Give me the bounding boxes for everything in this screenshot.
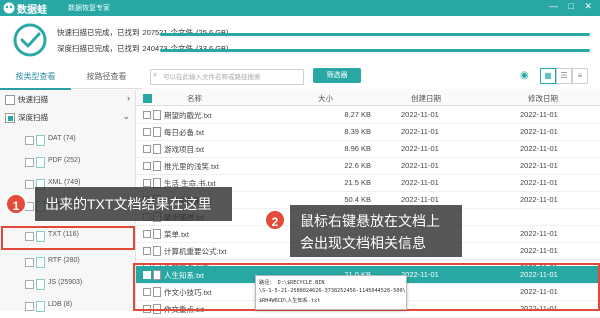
- table-row[interactable]: 推光里的浅笑.txt 22.6 KB 2022-11-01 2022-11-01: [136, 157, 600, 175]
- callout-number-1: 1: [5, 193, 27, 215]
- quick-scan-progress: [160, 33, 590, 36]
- select-all-checkbox[interactable]: [143, 94, 152, 103]
- row-checkbox[interactable]: [143, 128, 151, 136]
- callout-text-2: 鼠标右键悬放在文档上: [300, 213, 440, 229]
- row-checkbox[interactable]: [143, 145, 151, 153]
- list-view-icon[interactable]: ☰: [556, 68, 572, 84]
- file-size: 50.4 KB: [344, 195, 371, 204]
- file-name: 期望的戳光.txt: [164, 111, 212, 120]
- txt-file-icon: [153, 127, 161, 137]
- file-size: 8.39 KB: [344, 127, 371, 136]
- column-modified[interactable]: 修改日期: [528, 93, 558, 104]
- file-name: 计算机重要公式.txt: [164, 247, 227, 256]
- file-size: 8.96 KB: [344, 144, 371, 153]
- tooltip-path-line: 路径： D:\$RECYCLE.BIN: [259, 280, 325, 286]
- tab-by-type[interactable]: 按类型查看: [0, 66, 71, 90]
- file-type-icon: [36, 279, 45, 290]
- tooltip-path-line: \S-1-5-21-2588024626-3738252456-11450445…: [259, 288, 406, 294]
- callout-number-2: 2: [264, 209, 286, 231]
- file-size: 8.27 KB: [344, 110, 371, 119]
- highlight-txt-category: [1, 226, 135, 250]
- callout-text-1: 出来的TXT文档结果在这里: [45, 196, 212, 212]
- tree-deep-scan[interactable]: 深度扫描 ⌄: [0, 109, 135, 126]
- row-checkbox[interactable]: [143, 179, 151, 187]
- tree-item-dat[interactable]: DAT (74): [0, 130, 135, 152]
- tree-item-pdf[interactable]: PDF (252): [0, 152, 135, 174]
- preview-eye-icon[interactable]: ◉: [520, 70, 529, 81]
- txt-file-icon: [153, 144, 161, 154]
- file-created: 2022-11-01: [401, 110, 439, 119]
- file-size: 21.5 KB: [344, 178, 371, 187]
- frog-logo-icon: [3, 2, 15, 14]
- callout-text-2: 会出现文档相关信息: [300, 235, 426, 251]
- deep-scan-progress: [160, 49, 590, 52]
- file-created: 2022-11-01: [401, 195, 439, 204]
- scan-complete-check-icon: [13, 23, 47, 57]
- file-name: 菜单.txt: [164, 230, 190, 239]
- file-modified: 2022-11-01: [520, 161, 558, 170]
- file-created: 2022-11-01: [401, 144, 439, 153]
- grid-view-icon[interactable]: ▦: [540, 68, 556, 84]
- row-checkbox[interactable]: [143, 247, 151, 255]
- column-size[interactable]: 大小: [318, 93, 333, 104]
- app-subtitle: 数据恢复专家: [68, 5, 110, 12]
- window-controls[interactable]: — □ ✕: [549, 1, 596, 12]
- tree-item-js[interactable]: JS (25903): [0, 274, 135, 296]
- tree-item-rtf[interactable]: RTF (280): [0, 252, 135, 274]
- file-type-icon: [36, 135, 45, 146]
- table-row[interactable]: 游戏项目.txt 8.96 KB 2022-11-01 2022-11-01: [136, 140, 600, 158]
- file-modified: 2022-11-01: [520, 246, 558, 255]
- column-name[interactable]: 名称: [187, 93, 202, 104]
- detail-view-icon[interactable]: ≡: [572, 68, 588, 84]
- tooltip-path-line: $RH4W6CD\人生知系.txt: [259, 298, 321, 304]
- file-created: 2022-11-01: [401, 178, 439, 187]
- file-size: 22.6 KB: [344, 161, 371, 170]
- file-modified: 2022-11-01: [520, 110, 558, 119]
- tab-by-path[interactable]: 按路径查看: [71, 66, 142, 89]
- file-type-icon: [36, 157, 45, 168]
- chevron-down-icon: ⌄: [122, 111, 130, 121]
- row-checkbox[interactable]: [143, 230, 151, 238]
- file-modified: 2022-11-01: [520, 127, 558, 136]
- file-name: 推光里的浅笑.txt: [164, 162, 220, 171]
- chevron-right-icon: ›: [127, 93, 130, 103]
- file-created: 2022-11-01: [401, 161, 439, 170]
- table-row[interactable]: 期望的戳光.txt 8.27 KB 2022-11-01 2022-11-01: [136, 106, 600, 124]
- tree-item-ldb[interactable]: LDB (8): [0, 296, 135, 318]
- file-modified: 2022-11-01: [520, 229, 558, 238]
- search-placeholder: 可以在此输入文件名称或路径搜索: [163, 74, 261, 81]
- file-modified: 2022-11-01: [520, 144, 558, 153]
- txt-file-icon: [153, 246, 161, 256]
- row-checkbox[interactable]: [143, 111, 151, 119]
- tree-quick-scan[interactable]: 快速扫描 ›: [0, 91, 135, 108]
- row-checkbox[interactable]: [143, 162, 151, 170]
- filter-button[interactable]: 筛选器: [313, 68, 361, 83]
- file-modified: 2022-11-01: [520, 178, 558, 187]
- txt-file-icon: [153, 110, 161, 120]
- file-created: 2022-11-01: [401, 127, 439, 136]
- column-created[interactable]: 创建日期: [411, 93, 441, 104]
- table-row[interactable]: 每日必备.txt 8.39 KB 2022-11-01 2022-11-01: [136, 123, 600, 141]
- file-type-icon: [36, 257, 45, 268]
- search-icon: ⌕: [153, 70, 158, 79]
- file-type-icon: [36, 301, 45, 312]
- txt-file-icon: [153, 161, 161, 171]
- app-name: 数据蛙: [17, 5, 47, 16]
- file-name: 每日必备.txt: [164, 128, 205, 137]
- file-name: 游戏项目.txt: [164, 145, 205, 154]
- txt-file-icon: [153, 229, 161, 239]
- file-modified: 2022-11-01: [520, 195, 558, 204]
